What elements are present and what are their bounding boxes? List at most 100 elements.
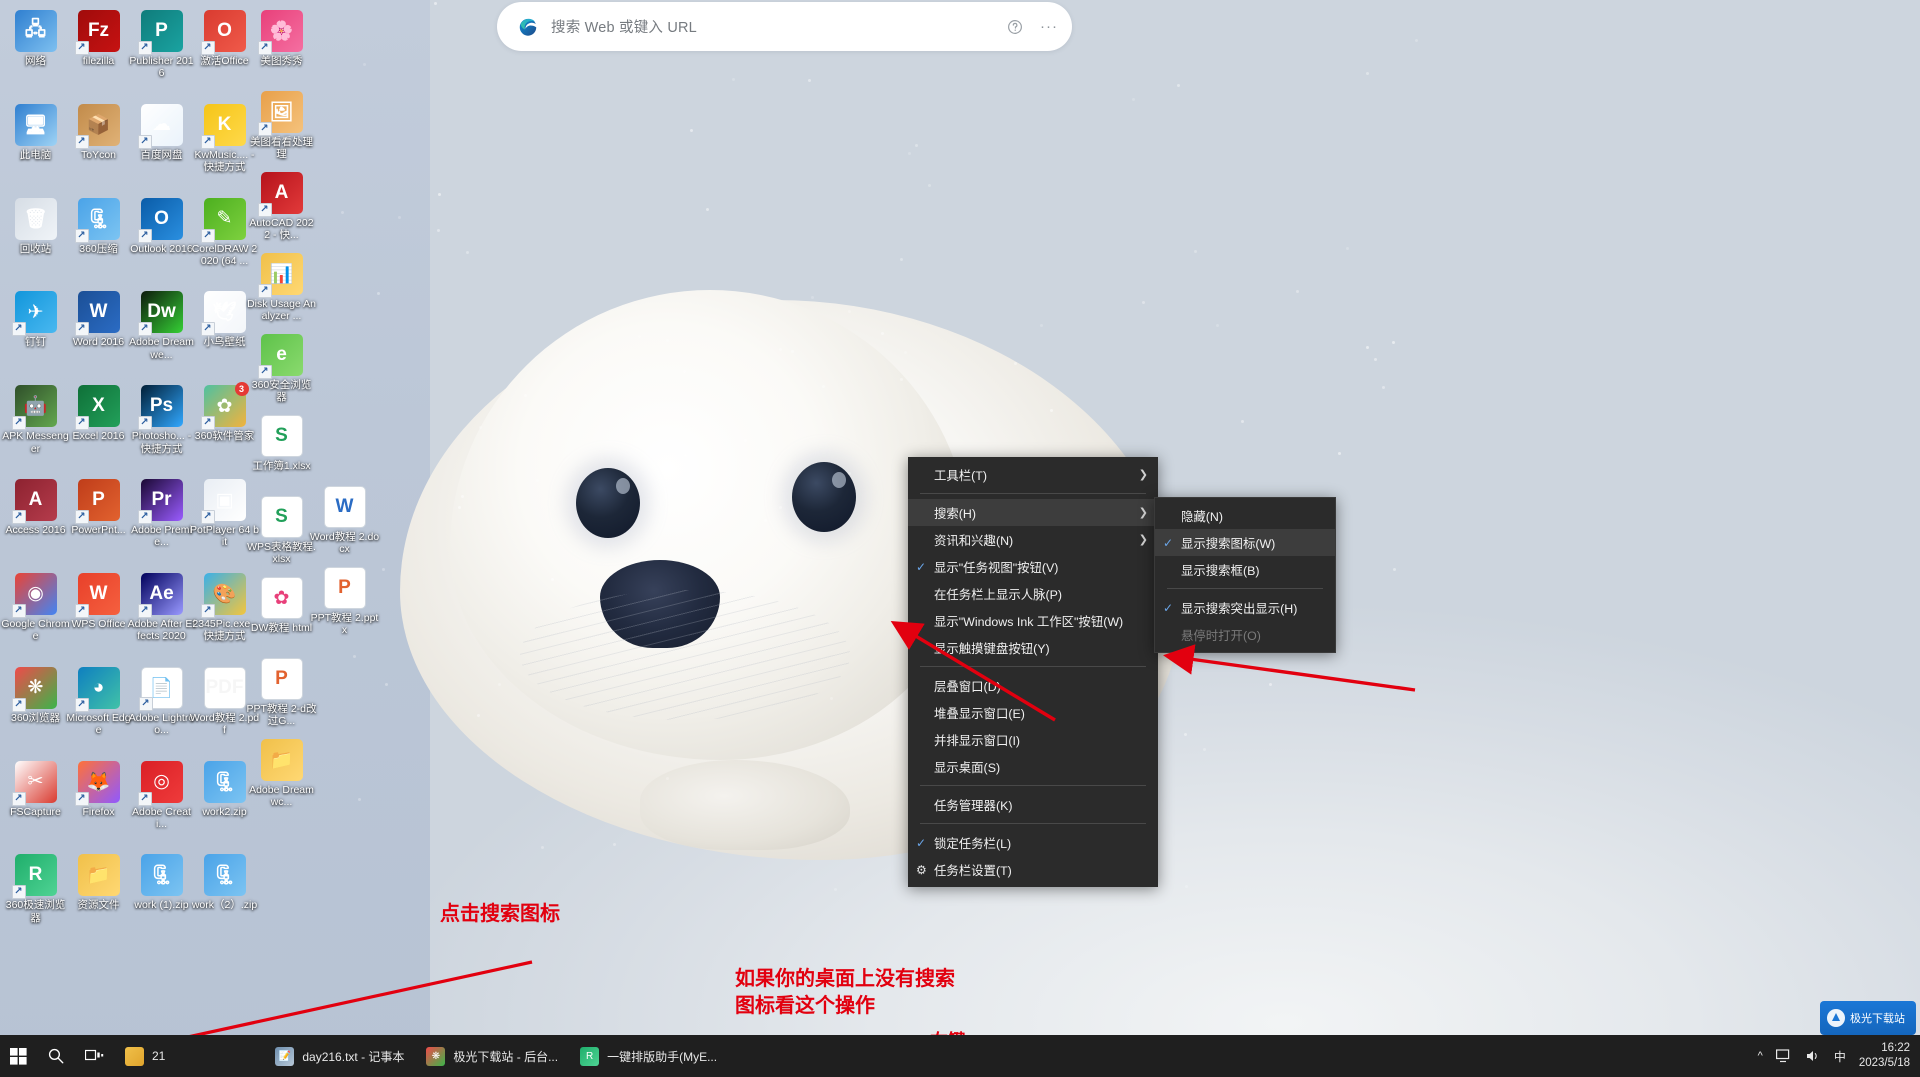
desktop-icon[interactable]: ◉ ↗ Google Chrome [4, 567, 67, 643]
more-options-icon[interactable]: ··· [1040, 18, 1058, 35]
desktop-icon[interactable]: ❋ ↗ 360浏览器 [4, 661, 67, 737]
context-menu-item[interactable]: 堆叠显示窗口(E) [908, 699, 1158, 726]
desktop-icon[interactable]: ✿ DW教程 html [250, 571, 313, 652]
desktop-icon[interactable]: O ↗ Outlook 2016 [130, 192, 193, 268]
desktop-icon[interactable]: 🌸 ↗ 美图秀秀 [250, 4, 313, 85]
desktop-icon[interactable]: Ps ↗ Photosho... - 快捷方式 [130, 379, 193, 455]
menu-separator [1167, 588, 1323, 589]
ime-indicator[interactable]: 中 [1834, 1048, 1846, 1065]
desktop-icon[interactable]: Ae ↗ Adobe After Effects 2020 [130, 567, 193, 643]
desktop-icon[interactable]: 🖥 此电脑 [4, 98, 67, 174]
desktop-icon[interactable]: ✈ ↗ 钉钉 [4, 285, 67, 361]
taskbar-clock[interactable]: 16:22 2023/5/18 [1859, 1041, 1910, 1071]
desktop-icon[interactable]: ◕ ↗ Microsoft Edge [67, 661, 130, 737]
context-menu-item[interactable]: ✓ 显示搜索突出显示(H) [1155, 594, 1335, 621]
desktop-icon-label: Outlook 2016 [127, 243, 197, 255]
desktop-icon[interactable]: 🗜 work (1).zip [130, 848, 193, 924]
desktop-icon[interactable]: S 工作簿1.xlsx [250, 409, 313, 490]
help-icon[interactable] [1002, 14, 1028, 40]
taskbar-task-button[interactable]: 📝 day216.txt - 记事本 [264, 1035, 415, 1077]
desktop-icon[interactable]: ▣ ↗ PotPlayer 64 bit [193, 473, 256, 549]
desktop-icon[interactable]: P ↗ PowerPnt... [67, 473, 130, 549]
desktop-icon[interactable]: R ↗ 360极速浏览器 [4, 848, 67, 924]
desktop-icon[interactable]: W ↗ WPS Office [67, 567, 130, 643]
edge-search-bar[interactable]: 搜索 Web 或键入 URL ··· [497, 2, 1072, 51]
desktop-icon[interactable]: X ↗ Excel 2016 [67, 379, 130, 455]
desktop-icon[interactable]: ◎ ↗ Adobe Creati... [130, 755, 193, 831]
snow-fleck [834, 888, 837, 891]
taskbar-search-button[interactable] [37, 1035, 75, 1077]
taskbar-context-menu[interactable]: 工具栏(T) ❯ 搜索(H) ❯ 资讯和兴趣(N) ❯ ✓ 显示"任务视图"按钮(V) 在任务栏… [908, 457, 1158, 887]
start-button[interactable] [0, 1035, 37, 1077]
volume-icon[interactable] [1805, 1049, 1821, 1063]
desktop-icon[interactable]: A ↗ AutoCAD 2022 - 快... [250, 166, 313, 247]
desktop-icon[interactable]: 📁 资源文件 [67, 848, 130, 924]
desktop-icon[interactable]: S WPS表格教程.xlsx [250, 490, 313, 571]
context-menu-item[interactable]: 工具栏(T) ❯ [908, 461, 1158, 488]
desktop-icon-label: 网络 [1, 55, 71, 67]
context-menu-item[interactable]: 并排显示窗口(I) [908, 726, 1158, 753]
shortcut-arrow-icon: ↗ [12, 604, 26, 618]
context-menu-item[interactable]: 隐藏(N) [1155, 502, 1335, 529]
desktop-icon[interactable]: O ↗ 激活Office [193, 4, 256, 80]
context-menu-item[interactable]: 在任务栏上显示人脉(P) [908, 580, 1158, 607]
desktop-icon-glyph: A ↗ [15, 479, 57, 521]
context-menu-item[interactable]: 显示搜索框(B) [1155, 556, 1335, 583]
desktop-icon-label: work（2）.zip [190, 899, 260, 911]
tray-chevron-icon[interactable]: ^ [1758, 1050, 1763, 1062]
desktop-icon-glyph: ◎ ↗ [141, 761, 183, 803]
monitor-icon[interactable] [1776, 1049, 1792, 1063]
desktop-icon[interactable]: 📊 ↗ Disk Usage Analyzer ... [250, 247, 313, 328]
desktop-icon[interactable]: 🦊 ↗ Firefox [67, 755, 130, 831]
desktop-icon-glyph: W ↗ [78, 573, 120, 615]
taskbar-explorer-button[interactable]: 21 [114, 1035, 176, 1077]
desktop-icon[interactable]: P ↗ Publisher 2016 [130, 4, 193, 80]
context-menu-item[interactable]: 显示桌面(S) [908, 753, 1158, 780]
clock-date: 2023/5/18 [1859, 1056, 1910, 1071]
desktop-icon[interactable]: P PPT教程 2.pptx [313, 561, 376, 642]
desktop-icon[interactable]: 🖧 网络 [4, 4, 67, 80]
context-menu-item-label: 显示搜索突出显示(H) [1181, 599, 1325, 617]
system-tray[interactable]: ^ 中 16:22 2023/5/18 [1758, 1041, 1920, 1071]
desktop-icon-label: 美图看看处理 理 [247, 136, 317, 161]
desktop-icon-glyph: Ps ↗ [141, 385, 183, 427]
desktop-icon-label: PPT教程 2-d改过G... [247, 703, 317, 728]
context-menu-item[interactable]: 搜索(H) ❯ [908, 499, 1158, 526]
desktop-icon[interactable]: Pr ↗ Adobe Premie... [130, 473, 193, 549]
desktop-icon[interactable]: 🗑 回收站 [4, 192, 67, 268]
context-menu-item[interactable]: 层叠窗口(D) [908, 672, 1158, 699]
desktop-icon-label: Adobe Creati... [127, 806, 197, 831]
desktop-icon[interactable]: A ↗ Access 2016 [4, 473, 67, 549]
desktop-icon[interactable]: 🗜 work（2）.zip [193, 848, 256, 924]
context-menu-item[interactable]: ✓ 显示"任务视图"按钮(V) [908, 553, 1158, 580]
desktop-icon[interactable]: 🤖 ↗ APK Messenger [4, 379, 67, 455]
task-view-button[interactable] [75, 1035, 114, 1077]
desktop-icon[interactable]: Dw ↗ Adobe Dreamwe... [130, 285, 193, 361]
context-menu-item[interactable]: ⚙ 任务栏设置(T) [908, 856, 1158, 883]
desktop-icon[interactable]: 📄 ↗ Adobe Lightroo... [130, 661, 193, 737]
context-menu-item[interactable]: ✓ 锁定任务栏(L) [908, 829, 1158, 856]
desktop-icon[interactable]: ✂ ↗ FSCapture [4, 755, 67, 831]
context-menu-item[interactable]: 显示"Windows Ink 工作区"按钮(W) [908, 607, 1158, 634]
taskbar-task-button[interactable]: ❋ 极光下载站 - 后台... [415, 1035, 569, 1077]
desktop-icon-label: 钉钉 [1, 336, 71, 348]
desktop-icon[interactable]: 📁 Adobe Dreamwc... [250, 733, 313, 814]
snow-fleck [1194, 250, 1197, 253]
context-menu-item[interactable]: 显示触摸键盘按钮(Y) [908, 634, 1158, 661]
desktop-icon[interactable]: 🕊 ↗ 小鸟壁纸 [193, 285, 256, 361]
search-submenu[interactable]: 隐藏(N) ✓ 显示搜索图标(W) 显示搜索框(B) ✓ 显示搜索突出显示(H) 悬停时打开… [1154, 497, 1336, 653]
context-menu-item[interactable]: 任务管理器(K) [908, 791, 1158, 818]
desktop-icon[interactable]: e ↗ 360安全浏览器 [250, 328, 313, 409]
desktop-icon[interactable]: 📦 ↗ ToYcon [67, 98, 130, 174]
desktop-icon[interactable]: W Word教程 2.docx [313, 480, 376, 561]
context-menu-item[interactable]: ✓ 显示搜索图标(W) [1155, 529, 1335, 556]
taskbar[interactable]: 21 📝 day216.txt - 记事本 ❋ 极光下载站 - 后台... R 一键排版助… [0, 1035, 1920, 1077]
desktop-icon[interactable]: 🗜 ↗ 360压缩 [67, 192, 130, 268]
taskbar-task-button[interactable]: R 一键排版助手(MyE... [569, 1035, 728, 1077]
desktop-icon[interactable]: Fz ↗ filezilla [67, 4, 130, 80]
desktop-icon[interactable]: P PPT教程 2-d改过G... [250, 652, 313, 733]
desktop-icon[interactable]: W ↗ Word 2016 [67, 285, 130, 361]
context-menu-item[interactable]: 资讯和兴趣(N) ❯ [908, 526, 1158, 553]
desktop-icon[interactable]: 🖼 ↗ 美图看看处理 理 [250, 85, 313, 166]
desktop-icon[interactable]: ☁ ↗ 百度网盘 [130, 98, 193, 174]
